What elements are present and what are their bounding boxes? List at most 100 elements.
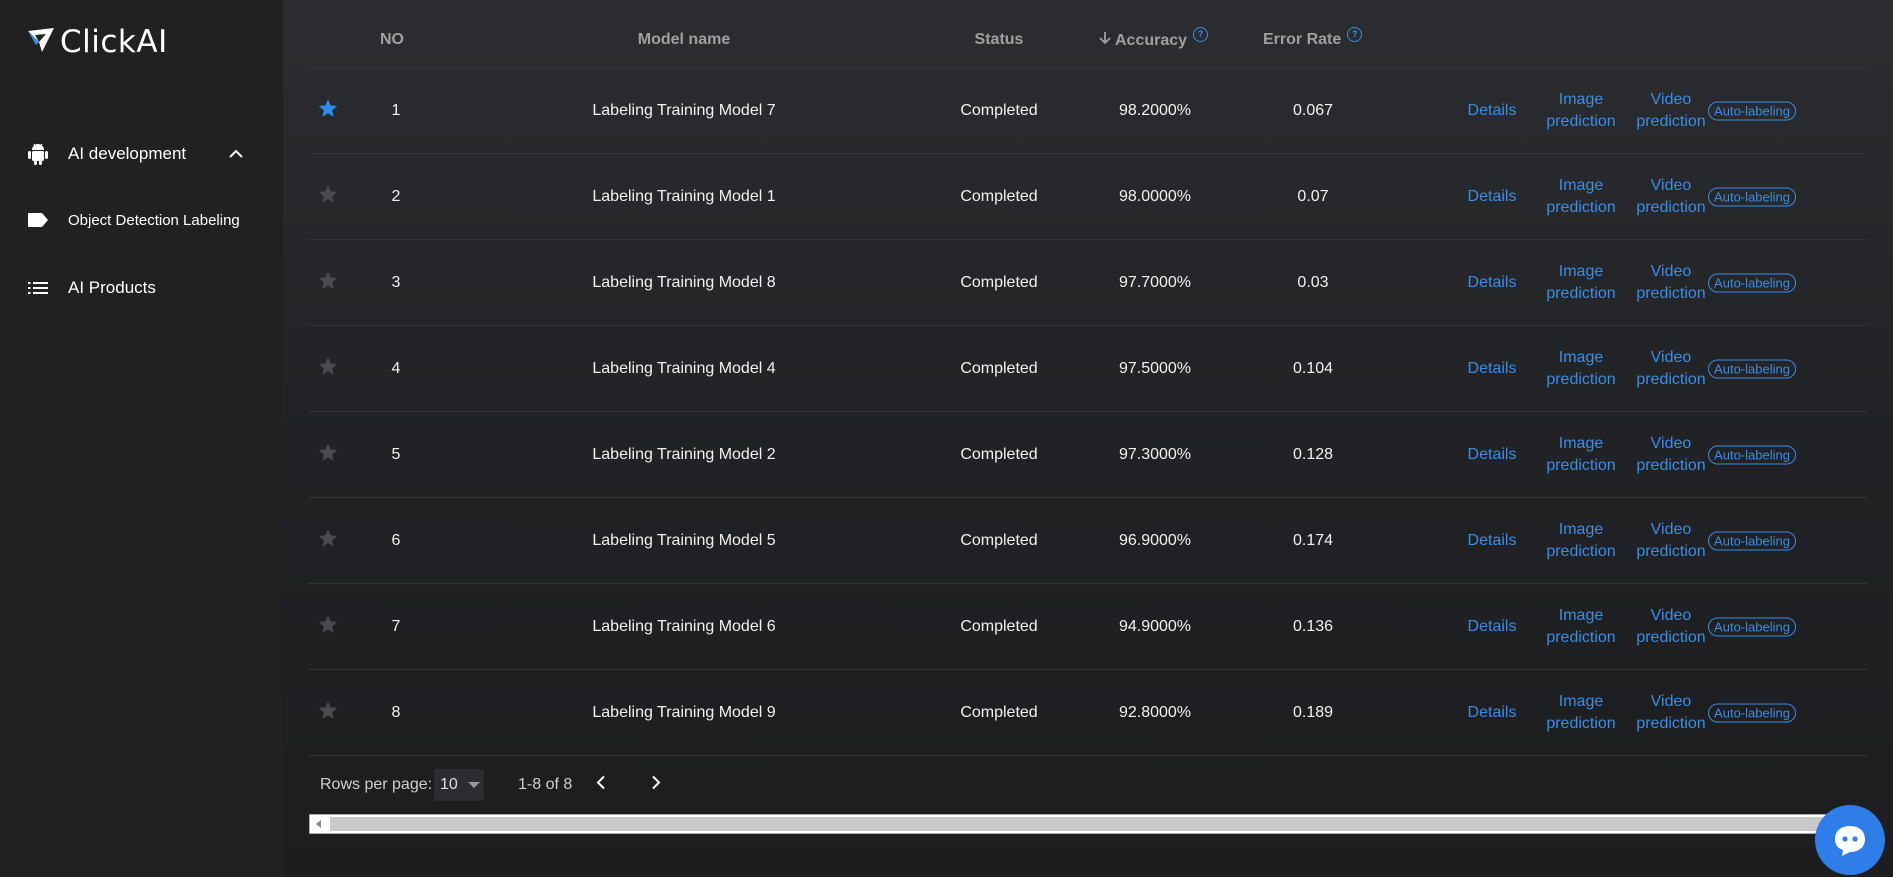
video-prediction-link[interactable]: Video prediction — [1636, 261, 1705, 305]
star-outline-icon[interactable] — [317, 527, 339, 554]
app-root: ClickAI AI development Object Detection … — [0, 0, 1893, 877]
table-header: NO Model name Status Accuracy? Error Rat… — [309, 0, 1867, 68]
video-prediction-link[interactable]: Video prediction — [1636, 691, 1705, 735]
details-link[interactable]: Details — [1468, 704, 1517, 722]
image-prediction-link[interactable]: Image prediction — [1546, 347, 1615, 391]
auto-labeling-button[interactable]: Auto-labeling — [1708, 101, 1796, 120]
image-prediction-line1: Image — [1558, 606, 1604, 624]
row-number: 2 — [391, 187, 401, 205]
star-outline-icon[interactable] — [317, 183, 339, 210]
header-no: NO — [380, 31, 404, 48]
details-link[interactable]: Details — [1468, 188, 1517, 206]
details-link[interactable]: Details — [1468, 360, 1517, 378]
image-prediction-link[interactable]: Image prediction — [1546, 519, 1615, 563]
scrollbar-thumb[interactable] — [330, 817, 1836, 831]
model-name: Labeling Training Model 2 — [592, 445, 776, 463]
model-status: Completed — [960, 703, 1038, 721]
auto-labeling-button[interactable]: Auto-labeling — [1708, 445, 1796, 464]
image-prediction-link[interactable]: Image prediction — [1546, 691, 1615, 735]
details-link[interactable]: Details — [1468, 446, 1517, 464]
header-status: Status — [974, 31, 1024, 48]
image-prediction-line2: prediction — [1546, 198, 1616, 216]
help-icon[interactable]: ? — [1193, 27, 1209, 42]
header-accuracy[interactable]: Accuracy? — [1099, 27, 1209, 50]
model-accuracy: 98.2000% — [1118, 101, 1192, 119]
sidebar-item-label: AI development — [68, 144, 187, 163]
model-error-rate: 0.03 — [1297, 273, 1329, 291]
image-prediction-link[interactable]: Image prediction — [1546, 89, 1615, 133]
model-accuracy: 96.9000% — [1118, 531, 1192, 549]
main-content: NO Model name Status Accuracy? Error Rat… — [283, 0, 1893, 877]
image-prediction-link[interactable]: Image prediction — [1546, 605, 1615, 649]
auto-labeling-button[interactable]: Auto-labeling — [1708, 359, 1796, 378]
details-link[interactable]: Details — [1468, 102, 1517, 120]
chevron-left-icon — [596, 775, 605, 790]
star-outline-icon[interactable] — [317, 355, 339, 382]
video-prediction-link[interactable]: Video prediction — [1636, 433, 1705, 477]
next-page-button[interactable] — [650, 775, 662, 796]
help-icon[interactable]: ? — [1347, 27, 1363, 42]
sidebar-item-ai-development[interactable]: AI development — [0, 134, 283, 174]
details-link[interactable]: Details — [1468, 532, 1517, 550]
row-number: 1 — [391, 101, 401, 119]
image-prediction-line2: prediction — [1546, 456, 1616, 474]
model-status: Completed — [960, 359, 1038, 377]
video-prediction-line2: prediction — [1636, 370, 1706, 388]
model-error-rate: 0.07 — [1297, 187, 1329, 205]
star-outline-icon[interactable] — [317, 699, 339, 726]
label-tag-icon — [26, 208, 50, 232]
video-prediction-link[interactable]: Video prediction — [1636, 605, 1705, 649]
model-name: Labeling Training Model 1 — [592, 187, 776, 205]
list-icon — [26, 276, 50, 300]
video-prediction-link[interactable]: Video prediction — [1636, 175, 1705, 219]
chat-support-button[interactable] — [1815, 805, 1885, 875]
sidebar-item-label: AI Products — [68, 278, 156, 297]
header-accuracy-label: Accuracy — [1115, 32, 1188, 49]
video-prediction-link[interactable]: Video prediction — [1636, 347, 1705, 391]
video-prediction-link[interactable]: Video prediction — [1636, 519, 1705, 563]
star-outline-icon[interactable] — [317, 269, 339, 296]
row-number: 4 — [391, 359, 401, 377]
model-name: Labeling Training Model 4 — [592, 359, 776, 377]
auto-labeling-button[interactable]: Auto-labeling — [1708, 617, 1796, 636]
image-prediction-line1: Image — [1558, 434, 1604, 452]
image-prediction-link[interactable]: Image prediction — [1546, 261, 1615, 305]
star-outline-icon[interactable] — [317, 441, 339, 468]
model-status: Completed — [960, 445, 1038, 463]
rows-per-page-select[interactable]: 10 — [434, 769, 484, 801]
image-prediction-line2: prediction — [1546, 112, 1616, 130]
image-prediction-line1: Image — [1558, 692, 1604, 710]
auto-labeling-button[interactable]: Auto-labeling — [1708, 531, 1796, 550]
image-prediction-link[interactable]: Image prediction — [1546, 175, 1615, 219]
model-status: Completed — [960, 187, 1038, 205]
table-row: 6 Labeling Training Model 5 Completed 96… — [309, 498, 1867, 584]
video-prediction-link[interactable]: Video prediction — [1636, 89, 1705, 133]
scroll-left-arrow-icon[interactable] — [316, 820, 321, 828]
image-prediction-line1: Image — [1558, 520, 1604, 538]
model-error-rate: 0.174 — [1292, 531, 1334, 549]
model-name: Labeling Training Model 9 — [592, 703, 776, 721]
auto-labeling-button[interactable]: Auto-labeling — [1708, 273, 1796, 292]
previous-page-button[interactable] — [595, 775, 607, 796]
video-prediction-line1: Video — [1650, 434, 1692, 452]
star-filled-icon[interactable] — [317, 97, 339, 124]
auto-labeling-button[interactable]: Auto-labeling — [1708, 703, 1796, 722]
star-outline-icon[interactable] — [317, 613, 339, 640]
model-accuracy: 97.3000% — [1118, 445, 1192, 463]
chevron-up-icon[interactable] — [224, 142, 248, 166]
video-prediction-line1: Video — [1650, 262, 1692, 280]
details-link[interactable]: Details — [1468, 618, 1517, 636]
image-prediction-link[interactable]: Image prediction — [1546, 433, 1615, 477]
sidebar-item-object-detection-labeling[interactable]: Object Detection Labeling — [0, 200, 283, 240]
horizontal-scrollbar[interactable] — [309, 814, 1867, 834]
rows-per-page-label: Rows per page: — [320, 776, 433, 793]
details-link[interactable]: Details — [1468, 274, 1517, 292]
video-prediction-line2: prediction — [1636, 628, 1706, 646]
auto-labeling-button[interactable]: Auto-labeling — [1708, 187, 1796, 206]
row-number: 5 — [391, 445, 401, 463]
image-prediction-line1: Image — [1558, 262, 1604, 280]
sidebar-item-ai-products[interactable]: AI Products — [0, 268, 283, 308]
model-status: Completed — [960, 101, 1038, 119]
model-accuracy: 97.5000% — [1118, 359, 1192, 377]
brand-logo[interactable]: ClickAI — [26, 24, 168, 60]
